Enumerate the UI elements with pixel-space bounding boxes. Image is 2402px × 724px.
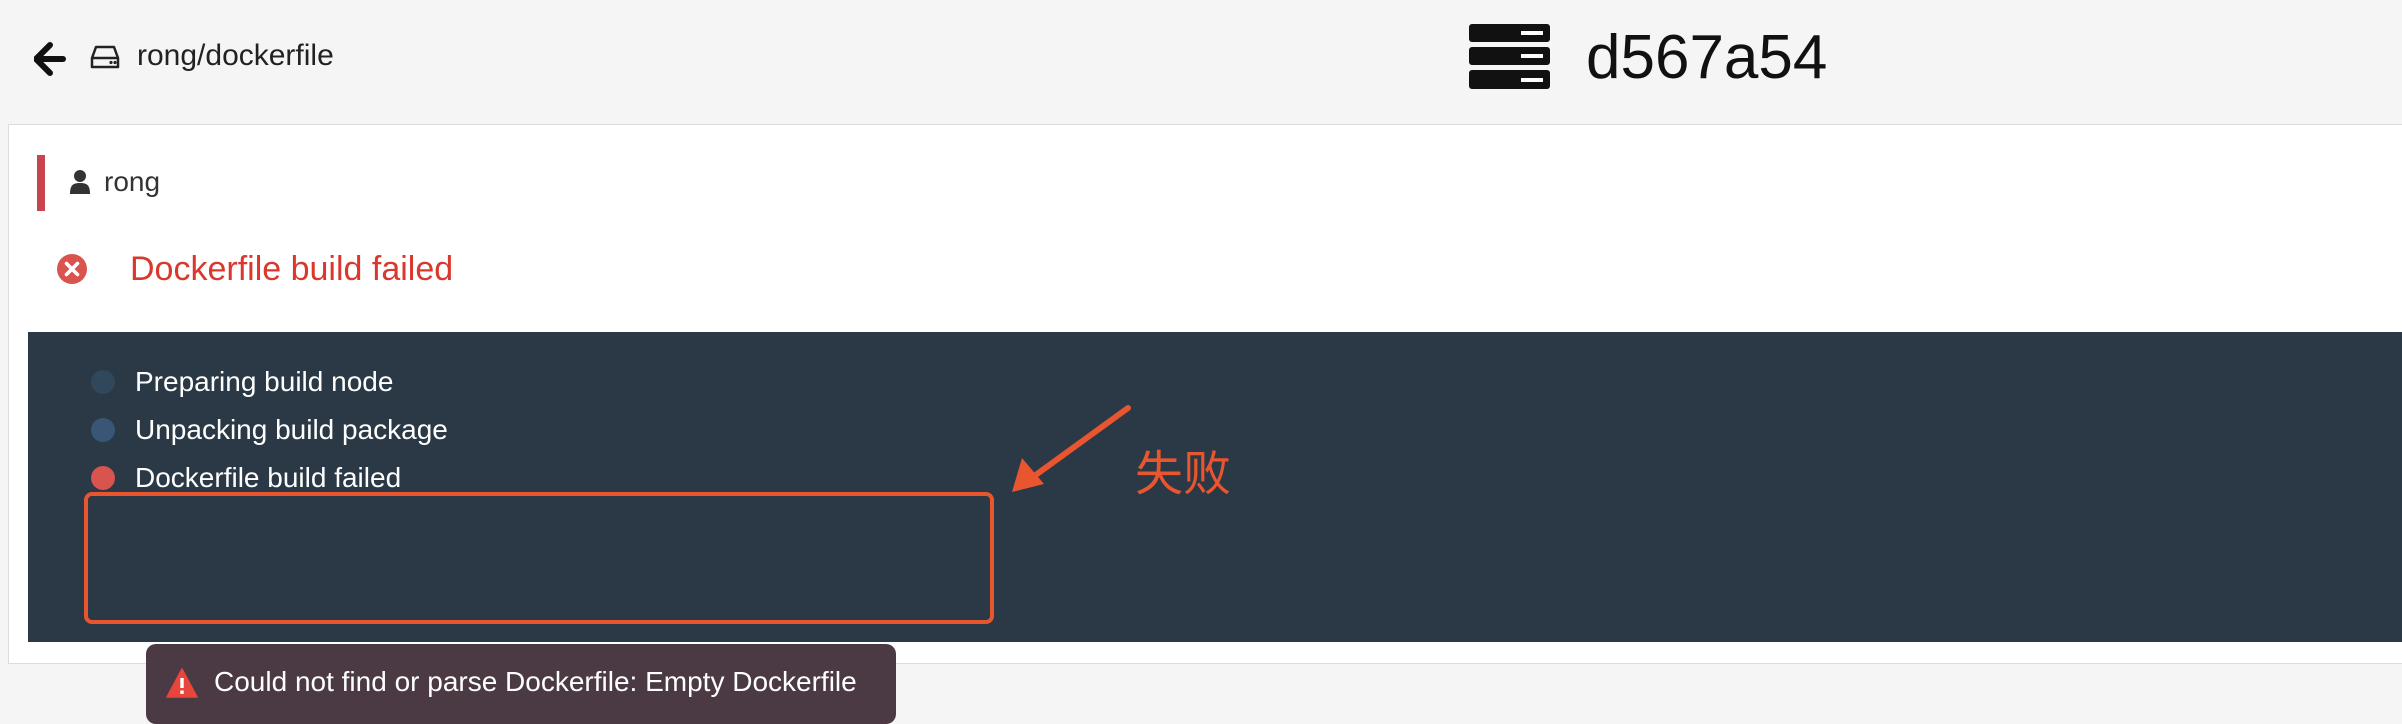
annotation-highlight-box [84, 492, 994, 624]
build-id-title: d567a54 [1586, 23, 1828, 92]
user-accent-bar [37, 155, 45, 211]
error-message-box: Could not find or parse Dockerfile: Empt… [146, 644, 896, 724]
back-button[interactable] [33, 42, 66, 76]
annotation-label: 失败 [1135, 448, 1232, 501]
warning-triangle-icon [166, 668, 198, 698]
arrow-left-icon [33, 42, 66, 76]
step-label: Dockerfile build failed [135, 462, 402, 493]
error-circle-icon [56, 253, 88, 285]
user-name: rong [104, 166, 161, 197]
repo-name-link[interactable]: rong/dockerfile [137, 38, 334, 74]
hard-drive-icon [90, 42, 120, 72]
server-icon [1469, 24, 1550, 89]
step-label: Unpacking build package [135, 414, 448, 445]
step-status-dot [91, 466, 115, 490]
annotation-arrow-icon [1000, 400, 1140, 500]
error-message: Could not find or parse Dockerfile: Empt… [214, 666, 857, 697]
user-icon [69, 169, 91, 195]
step-status-dot [91, 418, 115, 442]
build-status-text: Dockerfile build failed [130, 250, 454, 288]
step-label: Preparing build node [135, 366, 394, 397]
step-status-dot [91, 370, 115, 394]
